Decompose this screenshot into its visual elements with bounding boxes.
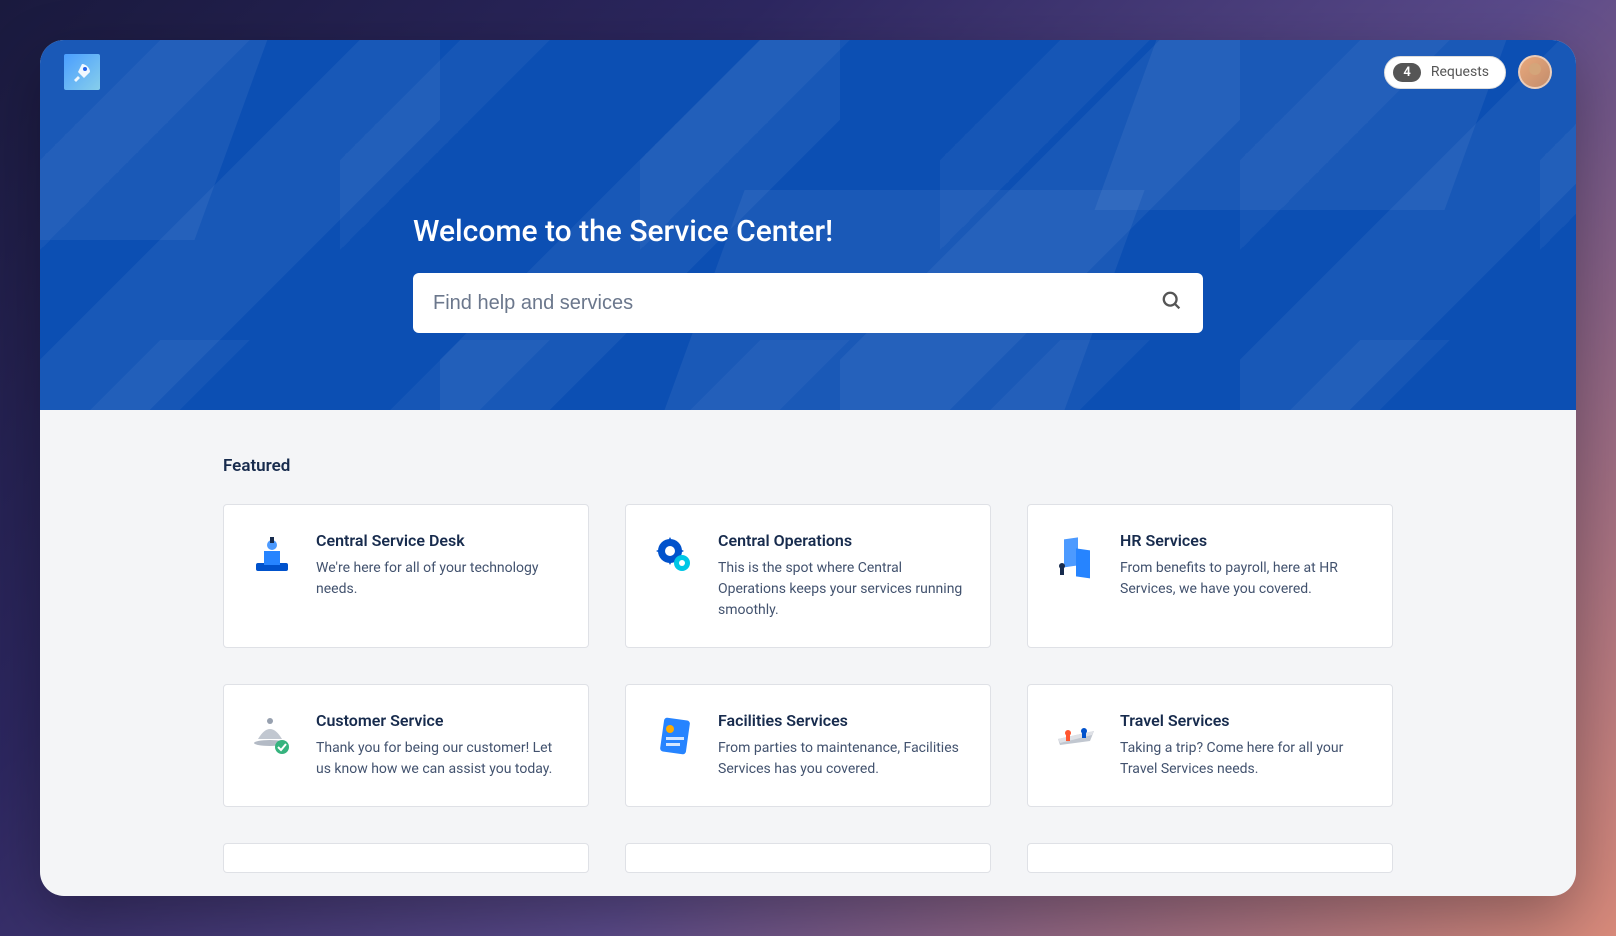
requests-button[interactable]: 4 Requests	[1384, 56, 1506, 89]
card-title: Customer Service	[316, 711, 564, 730]
search-box[interactable]	[413, 273, 1203, 333]
search-icon	[1161, 290, 1183, 316]
card-body: Central Operations This is the spot wher…	[718, 531, 966, 621]
topbar: 4 Requests	[40, 40, 1576, 104]
card-desc: This is the spot where Central Operation…	[718, 558, 966, 621]
operations-icon	[650, 531, 698, 579]
card-body: Customer Service Thank you for being our…	[316, 711, 564, 780]
card-body: Central Service Desk We're here for all …	[316, 531, 564, 621]
card-desc: From parties to maintenance, Facilities …	[718, 738, 966, 780]
card-title: Central Service Desk	[316, 531, 564, 550]
card-travel-services[interactable]: Travel Services Taking a trip? Come here…	[1027, 684, 1393, 807]
rocket-icon	[70, 60, 94, 84]
hr-icon	[1052, 531, 1100, 579]
topbar-right: 4 Requests	[1384, 55, 1552, 89]
card-placeholder[interactable]	[1027, 843, 1393, 873]
card-desc: We're here for all of your technology ne…	[316, 558, 564, 600]
card-facilities-services[interactable]: Facilities Services From parties to main…	[625, 684, 991, 807]
user-avatar[interactable]	[1518, 55, 1552, 89]
card-desc: From benefits to payroll, here at HR Ser…	[1120, 558, 1368, 600]
hero-title: Welcome to the Service Center!	[413, 214, 1203, 249]
card-body: Facilities Services From parties to main…	[718, 711, 966, 780]
app-logo[interactable]	[64, 54, 100, 90]
travel-icon	[1052, 711, 1100, 759]
featured-cards-grid: Central Service Desk We're here for all …	[223, 504, 1393, 873]
card-title: Travel Services	[1120, 711, 1368, 730]
facilities-icon	[650, 711, 698, 759]
app-window: 4 Requests Welcome to the Service Center…	[40, 40, 1576, 896]
card-desc: Thank you for being our customer! Let us…	[316, 738, 564, 780]
card-title: Central Operations	[718, 531, 966, 550]
requests-label: Requests	[1431, 64, 1489, 80]
requests-count-badge: 4	[1393, 63, 1420, 82]
card-placeholder[interactable]	[625, 843, 991, 873]
featured-section-title: Featured	[223, 456, 1393, 476]
card-hr-services[interactable]: HR Services From benefits to payroll, he…	[1027, 504, 1393, 648]
card-customer-service[interactable]: Customer Service Thank you for being our…	[223, 684, 589, 807]
card-desc: Taking a trip? Come here for all your Tr…	[1120, 738, 1368, 780]
card-body: Travel Services Taking a trip? Come here…	[1120, 711, 1368, 780]
hero-content: Welcome to the Service Center!	[413, 104, 1203, 333]
card-central-operations[interactable]: Central Operations This is the spot wher…	[625, 504, 991, 648]
search-input[interactable]	[433, 292, 1161, 315]
service-desk-icon	[248, 531, 296, 579]
main-content: Featured Central Service Desk We're here…	[223, 410, 1393, 896]
customer-service-icon	[248, 711, 296, 759]
card-title: Facilities Services	[718, 711, 966, 730]
hero-banner: 4 Requests Welcome to the Service Center…	[40, 40, 1576, 410]
card-central-service-desk[interactable]: Central Service Desk We're here for all …	[223, 504, 589, 648]
card-placeholder[interactable]	[223, 843, 589, 873]
card-title: HR Services	[1120, 531, 1368, 550]
card-body: HR Services From benefits to payroll, he…	[1120, 531, 1368, 621]
